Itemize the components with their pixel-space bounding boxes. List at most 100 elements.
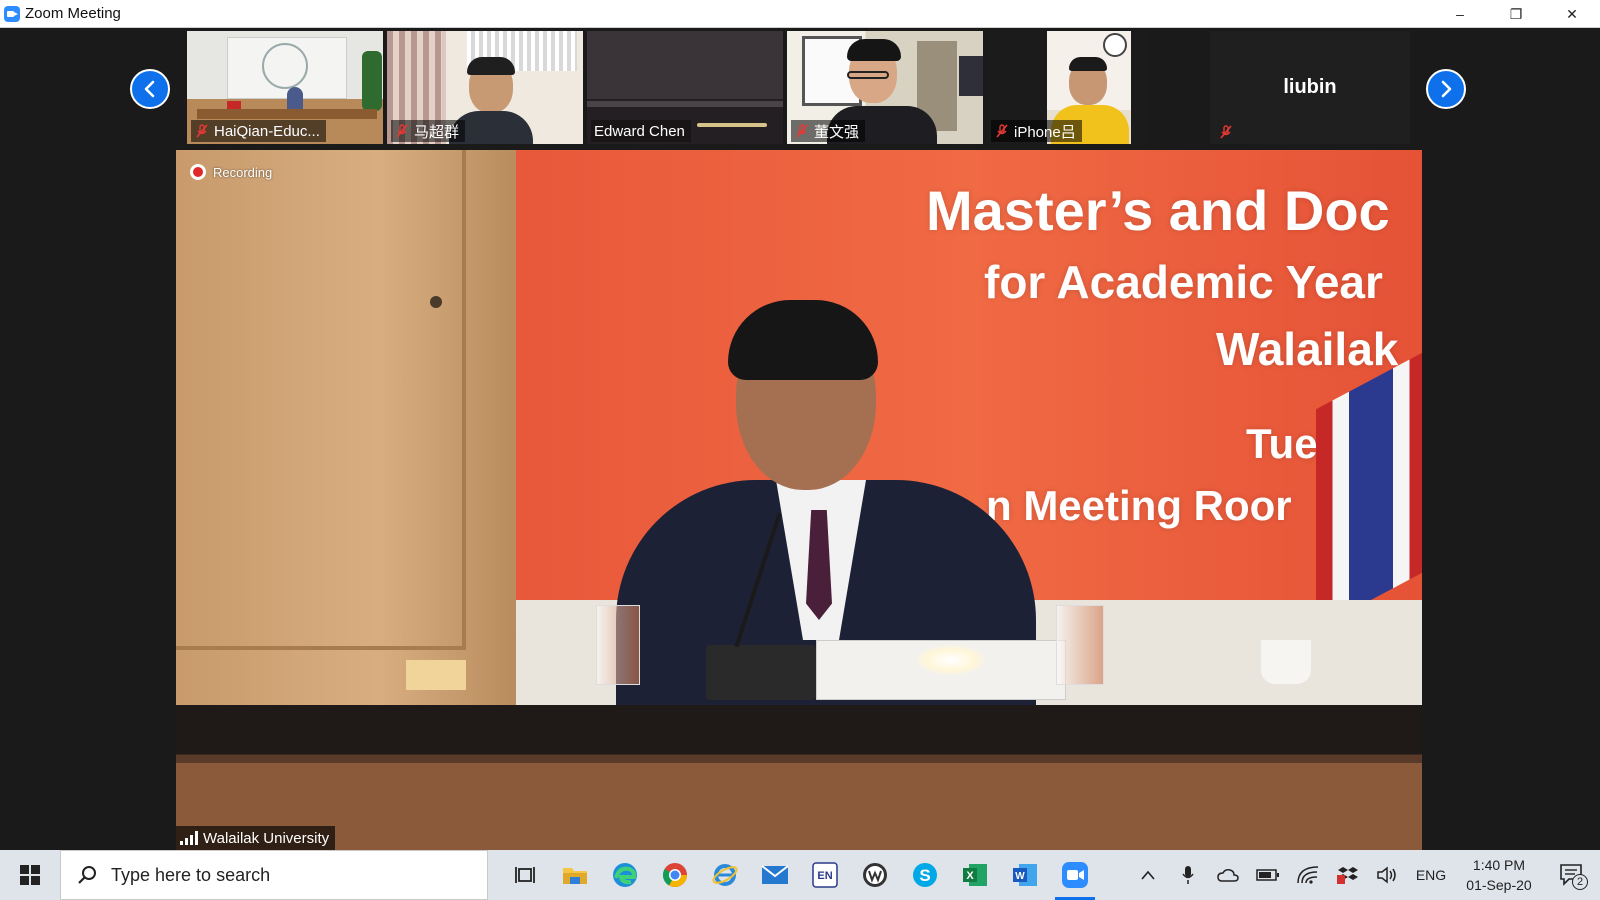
clock[interactable]: 1:40 PM 01-Sep-20: [1454, 850, 1544, 900]
window-title: Zoom Meeting: [25, 5, 121, 22]
folder-icon: [563, 868, 587, 884]
volume-tray-button[interactable]: [1368, 850, 1408, 900]
mail-button[interactable]: [750, 850, 800, 900]
file-explorer-button[interactable]: [550, 850, 600, 900]
participant-name: liubin: [1283, 76, 1337, 98]
battery-tray-button[interactable]: [1248, 850, 1288, 900]
participant-tile[interactable]: Edward Chen: [587, 31, 783, 144]
mic-muted-icon: [794, 123, 810, 139]
water-glass: [1056, 605, 1104, 685]
participant-name: Edward Chen: [594, 122, 685, 140]
window-titlebar: Zoom Meeting – ❐ ✕: [0, 0, 1600, 28]
speaker-name: Walailak University: [203, 829, 330, 847]
excel-button[interactable]: X: [950, 850, 1000, 900]
conference-table: [176, 705, 1422, 850]
task-view-icon: [515, 867, 535, 883]
mic-muted-icon: [194, 123, 210, 139]
participant-name: HaiQian-Educ...: [214, 122, 320, 140]
action-center-button[interactable]: 2: [1544, 850, 1600, 900]
windows-taskbar: Type here to search EN S X W ENG 1:40 PM…: [0, 850, 1600, 900]
zoom-app-icon: [4, 5, 20, 22]
input-language-button[interactable]: ENG: [1408, 850, 1454, 900]
battery-icon: [1256, 869, 1279, 881]
recording-label: Recording: [213, 164, 273, 180]
svg-text:EN: EN: [817, 870, 832, 882]
coffee-cup: [1261, 640, 1311, 684]
banner-line: Walailak: [1216, 323, 1399, 375]
app-tray-button[interactable]: [1328, 850, 1368, 900]
microphone-base: [706, 645, 816, 700]
svg-text:S: S: [919, 866, 930, 885]
chrome-button[interactable]: [650, 850, 700, 900]
participant-name-label: 董文强: [791, 120, 866, 142]
mic-muted-icon: [994, 123, 1010, 139]
participant-tile[interactable]: 马超群: [387, 31, 583, 144]
edge-icon: [613, 863, 637, 887]
skype-button[interactable]: S: [900, 850, 950, 900]
participant-tile-no-video[interactable]: liubin: [1210, 31, 1410, 144]
en-dictionary-button[interactable]: EN: [800, 850, 850, 900]
participant-strip: HaiQian-Educ... 马超群 Edward Chen 董文强 iPho…: [0, 31, 1600, 144]
svg-text:X: X: [966, 870, 974, 882]
cloud-icon: [1217, 869, 1239, 882]
participant-tile[interactable]: iPhone吕: [987, 31, 1149, 144]
mail-icon: [761, 865, 789, 884]
participant-name: 马超群: [414, 123, 460, 141]
signal-strength-icon: [180, 831, 198, 845]
chrome-icon: [662, 863, 687, 888]
microphone-tray-button[interactable]: [1168, 850, 1208, 900]
start-button[interactable]: [0, 850, 60, 900]
zoom-icon: [1062, 862, 1088, 888]
door-knob: [430, 296, 442, 308]
word-button[interactable]: W: [1000, 850, 1050, 900]
participant-name: 董文强: [814, 123, 860, 141]
close-button[interactable]: ✕: [1544, 0, 1600, 28]
participant-name-label: Edward Chen: [591, 120, 691, 142]
mic-muted-icon: [394, 123, 410, 139]
windows-logo-icon: [20, 865, 40, 885]
dropbox-icon: [1337, 867, 1358, 884]
participant-name-label: iPhone吕: [991, 120, 1082, 142]
dictionary-icon: EN: [812, 862, 838, 888]
next-page-button[interactable]: [1426, 69, 1466, 109]
snack-plate: [406, 660, 466, 690]
clock-date: 01-Sep-20: [1466, 877, 1532, 893]
window-controls: – ❐ ✕: [1432, 0, 1600, 28]
participant-name-label: 马超群: [391, 120, 466, 142]
word-icon: W: [1013, 864, 1037, 886]
search-placeholder: Type here to search: [111, 864, 271, 885]
recording-indicator: Recording: [190, 164, 272, 180]
internet-explorer-button[interactable]: [700, 850, 750, 900]
wifi-tray-button[interactable]: [1288, 850, 1328, 900]
notification-count-badge: 2: [1572, 874, 1588, 890]
participant-tile[interactable]: 董文强: [787, 31, 983, 144]
internet-explorer-icon: [712, 864, 738, 886]
participant-name-label: HaiQian-Educ...: [191, 120, 326, 142]
desk-lamp-glare: [916, 645, 986, 675]
banner-line: for Academic Year: [984, 256, 1383, 308]
minimize-button[interactable]: –: [1432, 0, 1488, 28]
mic-muted-icon: [1218, 124, 1234, 140]
show-hidden-icons-button[interactable]: [1128, 850, 1168, 900]
previous-page-button[interactable]: [130, 69, 170, 109]
speaker-name-label: Walailak University: [176, 826, 336, 850]
restore-button[interactable]: ❐: [1488, 0, 1544, 28]
excel-icon: X: [963, 864, 987, 886]
wps-icon: [863, 863, 887, 887]
onedrive-tray-button[interactable]: [1208, 850, 1248, 900]
participant-name: iPhone吕: [1014, 123, 1076, 141]
banner-line: Master’s and Doc: [926, 179, 1390, 242]
speaker-volume-icon: [1377, 866, 1396, 884]
chevron-left-icon: [144, 80, 155, 98]
taskbar-search-box[interactable]: Type here to search: [60, 850, 488, 900]
task-view-button[interactable]: [500, 850, 550, 900]
wps-button[interactable]: [850, 850, 900, 900]
edge-button[interactable]: [600, 850, 650, 900]
zoom-button[interactable]: [1050, 850, 1100, 900]
recording-icon: [190, 164, 206, 180]
participant-tile[interactable]: HaiQian-Educ...: [187, 31, 383, 144]
active-speaker-video[interactable]: Master’s and Doc for Academic Year Walai…: [176, 150, 1422, 850]
water-glass: [596, 605, 640, 685]
banner-line: n Meeting Roor: [986, 482, 1292, 529]
clock-time: 1:40 PM: [1472, 857, 1526, 873]
